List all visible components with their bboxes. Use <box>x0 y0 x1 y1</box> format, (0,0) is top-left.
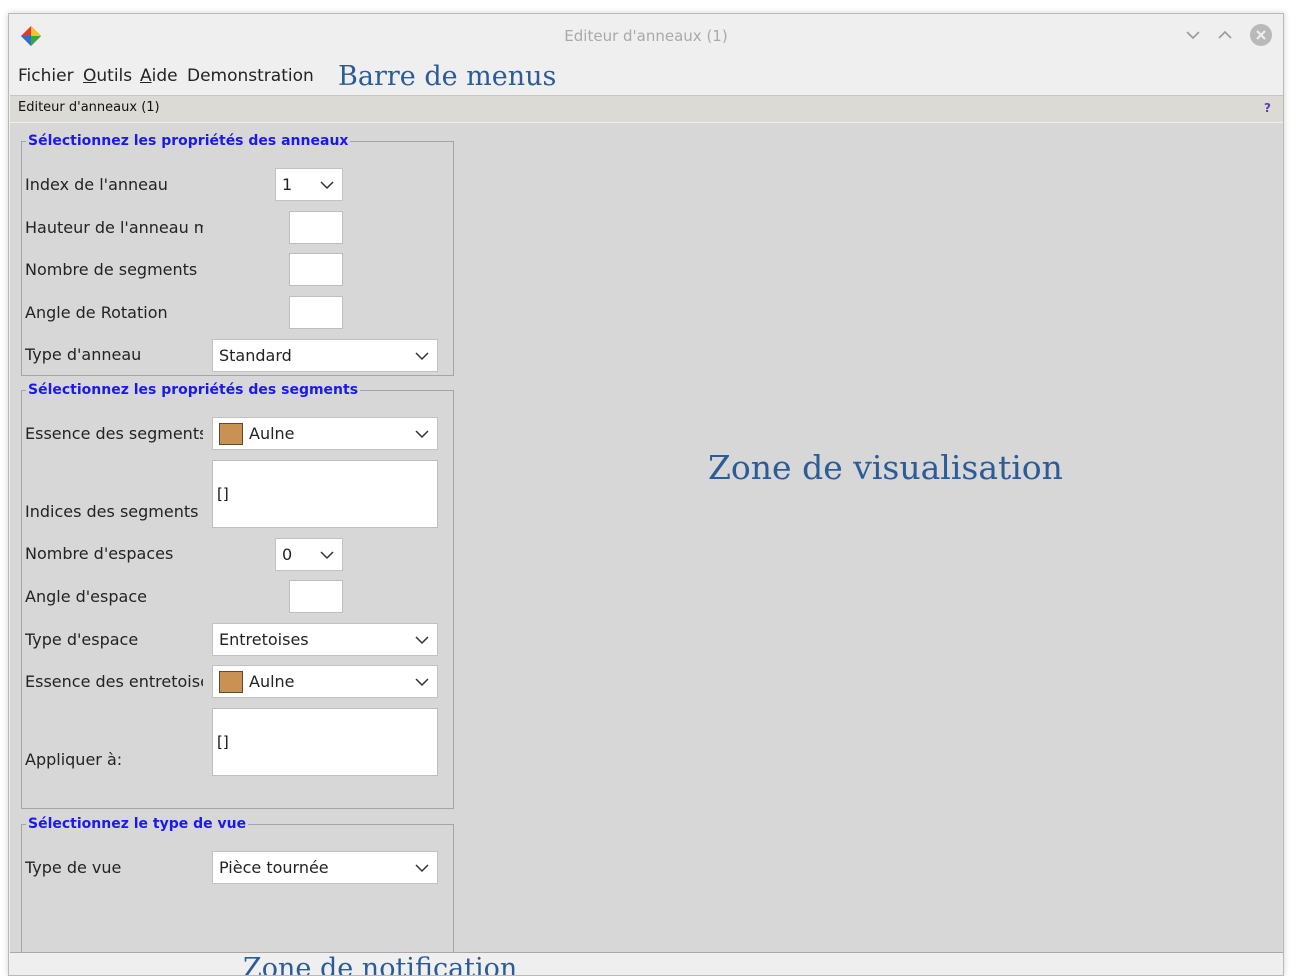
main-window: Editeur d'anneaux (1) Fichier Outils Aid… <box>8 13 1284 976</box>
chevron-down-icon <box>415 864 429 873</box>
segment-count-input[interactable] <box>289 253 343 286</box>
space-type-value: Entretoises <box>219 630 309 649</box>
space-angle-label: Angle d'espace <box>25 587 147 606</box>
space-count-label: Nombre d'espaces <box>25 544 174 563</box>
wood-color-swatch <box>219 671 243 693</box>
apply-to-textarea[interactable]: [] <box>212 708 438 776</box>
view-type-label: Type de vue <box>25 858 122 877</box>
menu-outils-mnemonic: O <box>83 66 97 86</box>
chevron-down-icon <box>415 352 429 361</box>
menu-outils-label: utils <box>96 66 133 86</box>
notification-zone: Zone de notification <box>10 952 1283 976</box>
chevron-down-icon <box>415 678 429 687</box>
visualization-area[interactable]: Zone de visualisation <box>462 123 1283 953</box>
spacer-essence-select[interactable]: Aulne <box>212 665 438 698</box>
menu-demonstration[interactable]: Demonstration <box>187 66 314 86</box>
ring-type-value: Standard <box>219 346 292 365</box>
menu-bar: Fichier Outils Aide Demonstration Barre … <box>9 58 1283 94</box>
ring-index-value: 1 <box>282 175 293 194</box>
wood-color-swatch <box>219 423 243 445</box>
space-type-label: Type d'espace <box>25 630 139 649</box>
editor-content: Sélectionnez les propriétés des anneaux … <box>10 123 1283 966</box>
spacer-essence-label: Essence des entretoises <box>25 672 203 691</box>
menu-aide-mnemonic: A <box>140 66 152 86</box>
ring-properties-legend: Sélectionnez les propriétés des anneaux <box>28 133 349 149</box>
close-icon[interactable] <box>1249 23 1273 47</box>
window-title: Editeur d'anneaux (1) <box>564 27 728 45</box>
space-type-select[interactable]: Entretoises <box>212 623 438 656</box>
annotation-menubar: Barre de menus <box>338 61 557 92</box>
apply-to-label: Appliquer à: <box>25 750 123 769</box>
chevron-down-icon <box>415 430 429 439</box>
title-bar: Editeur d'anneaux (1) <box>9 14 1283 58</box>
menu-fichier[interactable]: Fichier <box>18 66 74 86</box>
segment-essence-value: Aulne <box>249 424 295 443</box>
segment-indices-label: Indices des segments <box>25 502 199 521</box>
chevron-down-icon <box>415 636 429 645</box>
ring-type-label: Type d'anneau <box>25 345 142 364</box>
menu-aide-label: ide <box>151 66 178 86</box>
space-count-select[interactable]: 0 <box>275 538 343 571</box>
ring-height-label: Hauteur de l'anneau mm <box>25 218 203 237</box>
menu-aide[interactable]: Aide <box>140 66 178 86</box>
segment-essence-select[interactable]: Aulne <box>212 417 438 450</box>
view-type-value: Pièce tournée <box>219 858 329 877</box>
segment-properties-legend: Sélectionnez les propriétés des segments <box>28 382 359 398</box>
spacer-essence-value: Aulne <box>249 672 295 691</box>
segment-indices-value: [] <box>217 485 229 503</box>
rotation-angle-label: Angle de Rotation <box>25 303 168 322</box>
segment-count-label: Nombre de segments <box>25 260 198 279</box>
space-count-value: 0 <box>282 545 293 564</box>
view-type-group: Sélectionnez le type de vue <box>21 816 454 966</box>
ring-type-select[interactable]: Standard <box>212 339 438 372</box>
help-icon[interactable]: ? <box>1264 101 1271 115</box>
rotation-angle-input[interactable] <box>289 296 343 329</box>
chevron-down-icon <box>320 181 334 190</box>
inner-panel-title: Editeur d'anneaux (1) <box>18 100 160 115</box>
annotation-visualisation: Zone de visualisation <box>708 448 1063 487</box>
segment-essence-label: Essence des segments <box>25 424 203 443</box>
maximize-icon[interactable] <box>1213 23 1237 47</box>
ring-height-input[interactable] <box>289 211 343 244</box>
segment-indices-textarea[interactable]: [] <box>212 460 438 528</box>
chevron-down-icon <box>320 551 334 560</box>
minimize-icon[interactable] <box>1181 23 1205 47</box>
space-angle-input[interactable] <box>289 580 343 613</box>
apply-to-value: [] <box>217 733 229 751</box>
inner-panel-header: Editeur d'anneaux (1) ? <box>10 95 1283 122</box>
annotation-notification: Zone de notification <box>243 953 518 976</box>
view-type-select[interactable]: Pièce tournée <box>212 851 438 884</box>
view-type-legend: Sélectionnez le type de vue <box>28 816 247 832</box>
ring-index-label: Index de l'anneau <box>25 175 168 194</box>
menu-outils[interactable]: Outils <box>83 66 132 86</box>
ring-index-select[interactable]: 1 <box>275 168 343 201</box>
properties-panel: Sélectionnez les propriétés des anneaux … <box>10 123 462 966</box>
